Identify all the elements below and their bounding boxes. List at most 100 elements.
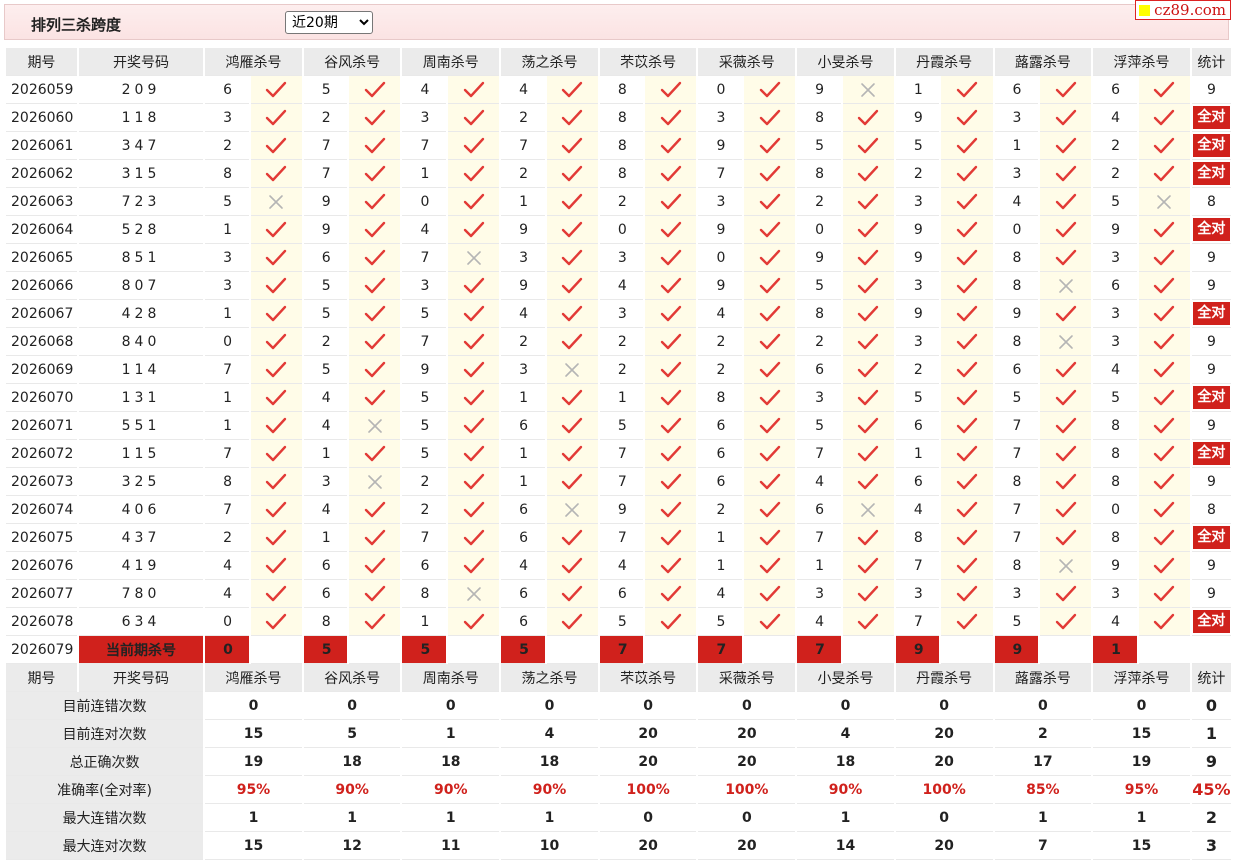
stat-count: 9	[1206, 473, 1216, 490]
empty-cell	[250, 636, 302, 664]
stat-count: 9	[1206, 81, 1216, 98]
check-icon	[857, 220, 879, 240]
result-mark-cell	[250, 216, 302, 244]
table-row: 2026063 723 5 9 0 1 2 3 2 3 4 5 8	[6, 188, 1231, 216]
kill-number-cell: 2	[698, 356, 743, 384]
check-icon	[759, 612, 781, 632]
kill-number-cell: 8	[205, 160, 249, 188]
result-mark-cell	[546, 300, 598, 328]
kill-number-cell: 4	[205, 580, 249, 608]
stat-cell: 9	[1191, 244, 1231, 272]
cross-icon	[859, 81, 877, 99]
check-icon	[364, 220, 386, 240]
check-icon	[364, 500, 386, 520]
period-cell: 2026063	[6, 188, 77, 216]
kill-number-cell: 7	[402, 132, 446, 160]
summary-value: 19	[205, 748, 302, 776]
check-icon	[561, 444, 583, 464]
check-icon	[364, 192, 386, 212]
table-row: 2026071 551 1 4 5 6 5 6 5 6 7 8 9	[6, 412, 1231, 440]
site-logo[interactable]: cz89.com	[1135, 0, 1231, 20]
result-mark-cell	[645, 244, 697, 272]
summary-value: 90%	[797, 776, 894, 804]
current-kill-number: 9	[895, 636, 940, 664]
stat-cell: 全对	[1191, 524, 1231, 552]
result-mark-cell	[645, 608, 697, 636]
kill-number-cell: 9	[1093, 552, 1137, 580]
header-period: 期号	[6, 48, 77, 76]
result-mark-cell	[448, 272, 500, 300]
summary-value: 0	[501, 692, 598, 720]
header-open-number: 开奖号码	[78, 664, 204, 692]
check-icon	[956, 528, 978, 548]
stat-count: 9	[1206, 249, 1216, 266]
kill-number-cell: 0	[1093, 496, 1137, 524]
check-icon	[265, 444, 287, 464]
kill-number-cell: 6	[895, 468, 940, 496]
check-icon	[1153, 584, 1175, 604]
result-mark-cell	[941, 440, 993, 468]
period-range-select[interactable]: 近20期	[285, 11, 373, 34]
check-icon	[1055, 136, 1077, 156]
summary-value: 0	[599, 804, 697, 832]
check-icon	[759, 136, 781, 156]
period-cell: 2026072	[6, 440, 77, 468]
check-icon	[463, 612, 485, 632]
empty-cell	[448, 636, 500, 664]
stat-cell: 全对	[1191, 160, 1231, 188]
kill-number-cell: 5	[994, 608, 1039, 636]
check-icon	[1055, 248, 1077, 268]
result-mark-cell	[744, 272, 796, 300]
check-icon	[561, 472, 583, 492]
result-mark-cell	[349, 440, 401, 468]
header-expert: 周南杀号	[402, 664, 500, 692]
kill-number-cell: 7	[205, 440, 249, 468]
check-icon	[660, 276, 682, 296]
kill-number-cell: 7	[698, 160, 743, 188]
result-mark-cell	[546, 384, 598, 412]
result-mark-cell	[842, 468, 894, 496]
result-mark-cell	[448, 76, 500, 104]
check-icon	[759, 472, 781, 492]
kill-number-cell: 6	[501, 524, 545, 552]
result-mark-cell	[645, 272, 697, 300]
result-mark-cell	[744, 524, 796, 552]
kill-number-cell: 6	[501, 496, 545, 524]
check-icon	[857, 304, 879, 324]
stat-cell: 9	[1191, 328, 1231, 356]
kill-number-cell: 8	[994, 552, 1039, 580]
result-mark-cell	[250, 608, 302, 636]
result-mark-cell	[1138, 132, 1190, 160]
check-icon	[561, 584, 583, 604]
check-icon	[463, 388, 485, 408]
kill-number-cell: 1	[797, 552, 841, 580]
kill-number-cell: 8	[599, 160, 644, 188]
kill-number-cell: 4	[698, 300, 743, 328]
result-mark-cell	[744, 496, 796, 524]
kill-number-cell: 6	[303, 244, 348, 272]
kill-number-cell: 6	[698, 440, 743, 468]
open-number-cell: 325	[78, 468, 204, 496]
open-number-cell: 209	[78, 76, 204, 104]
kill-number-cell: 7	[994, 440, 1039, 468]
summary-label: 目前连对次数	[6, 720, 204, 748]
summary-value: 12	[303, 832, 401, 860]
result-mark-cell	[349, 300, 401, 328]
kill-number-cell: 3	[895, 272, 940, 300]
header-expert: 谷风杀号	[303, 48, 401, 76]
open-number-cell: 851	[78, 244, 204, 272]
kill-number-cell: 9	[895, 216, 940, 244]
summary-row: 总正确次数 19 18 18 18 20 20 18 20 17 19 9	[6, 748, 1231, 776]
cross-icon	[465, 249, 483, 267]
kill-number-cell: 3	[994, 160, 1039, 188]
result-mark-cell	[744, 468, 796, 496]
summary-value: 20	[599, 832, 697, 860]
empty-cell	[1191, 636, 1231, 664]
result-mark-cell	[1138, 188, 1190, 216]
check-icon	[857, 612, 879, 632]
kill-number-cell: 1	[698, 552, 743, 580]
check-icon	[1153, 304, 1175, 324]
result-mark-cell	[1040, 188, 1092, 216]
result-mark-cell	[349, 160, 401, 188]
check-icon	[1153, 248, 1175, 268]
